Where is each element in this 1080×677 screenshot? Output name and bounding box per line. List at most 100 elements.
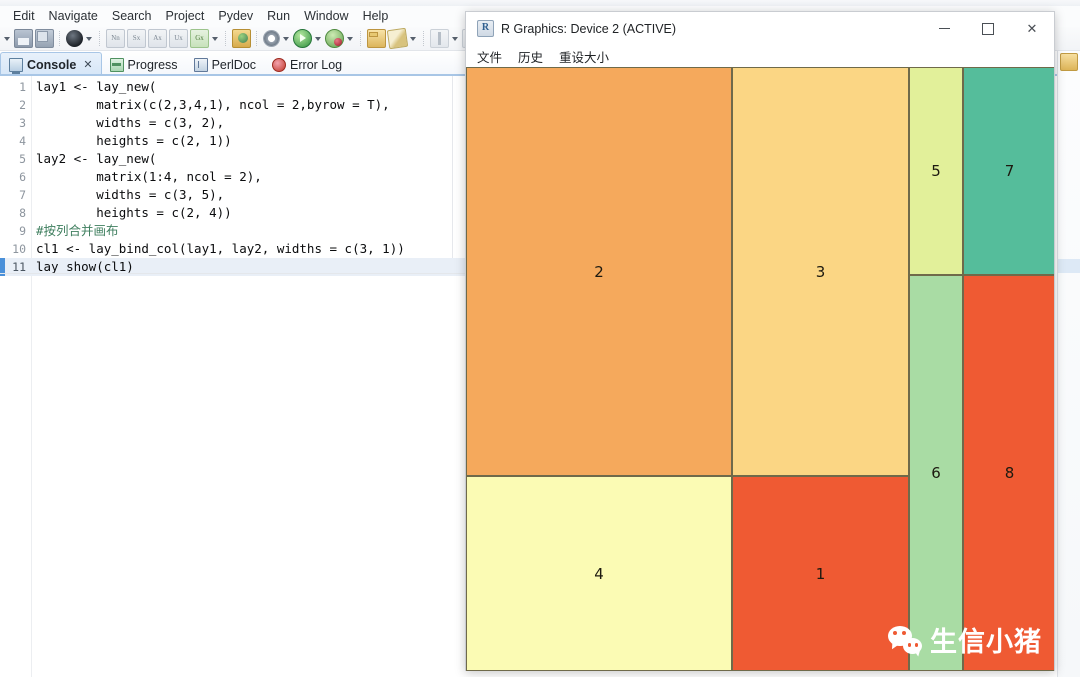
menu-item-navigate[interactable]: Navigate <box>42 6 105 27</box>
layout-panel-4: 4 <box>466 476 732 671</box>
layout-diagram: 2 4 3 1 5 6 7 8 <box>466 67 1054 671</box>
r-logo-icon: R <box>477 20 494 37</box>
toolbar-separator <box>423 31 425 46</box>
layout-panel-label: 7 <box>1004 162 1015 180</box>
menu-item-project[interactable]: Project <box>159 6 212 27</box>
tab-progress[interactable]: Progress <box>102 53 186 76</box>
menu-item-search[interactable]: Search <box>105 6 159 27</box>
line-number: 7 <box>19 188 26 202</box>
outline-view-icon[interactable] <box>1060 53 1078 71</box>
package-icon[interactable] <box>232 29 251 48</box>
line-text: cl1 <- lay_bind_col(lay1, lay2, widths =… <box>36 241 413 256</box>
gear-icon[interactable] <box>263 30 280 47</box>
line-text: heights = c(2, 4)) <box>36 205 232 220</box>
layout-panel-7: 7 <box>963 67 1054 275</box>
layout-panel-8: 8 <box>963 275 1054 671</box>
r-menu-file[interactable]: 文件 <box>477 47 502 66</box>
save-icon[interactable] <box>14 29 33 48</box>
layout-panel-2: 2 <box>466 67 732 476</box>
menu-item-edit[interactable]: Edit <box>6 6 42 27</box>
line-number: 3 <box>19 116 26 130</box>
chevron-down-icon[interactable] <box>282 30 291 47</box>
chevron-down-icon[interactable] <box>451 30 460 47</box>
right-view-highlight <box>1058 259 1080 273</box>
code-line[interactable]: 4 heights = c(2, 1)) <box>0 132 470 150</box>
code-line[interactable]: 10 cl1 <- lay_bind_col(lay1, lay2, width… <box>0 240 470 258</box>
progress-icon <box>109 57 124 72</box>
line-text: #按列合并画布 <box>36 223 119 238</box>
refactor-green-icon[interactable]: Gx <box>190 29 209 48</box>
code-line[interactable]: 2 matrix(c(2,3,4,1), ncol = 2,byrow = T)… <box>0 96 470 114</box>
line-text: widths = c(3, 2), <box>36 115 225 130</box>
r-plot-canvas[interactable]: 24315678 生信小猪 <box>466 67 1054 671</box>
close-icon[interactable]: ✕ <box>83 59 92 71</box>
code-line[interactable]: 6 matrix(1:4, ncol = 2), <box>0 168 470 186</box>
layout-panel-label: 2 <box>594 262 604 281</box>
close-icon: ✕ <box>1026 21 1038 36</box>
tab-console[interactable]: Console ✕ <box>0 52 102 76</box>
refactor-icon[interactable]: Ax <box>148 29 167 48</box>
ruler-icon[interactable] <box>430 29 449 48</box>
error-log-icon <box>272 57 287 72</box>
save-all-icon[interactable] <box>35 29 54 48</box>
code-line[interactable]: 8 heights = c(2, 4)) <box>0 204 470 222</box>
r-graphics-window[interactable]: R R Graphics: Device 2 (ACTIVE) ✕ 文件 历史 … <box>465 11 1055 671</box>
line-number: 6 <box>19 170 26 184</box>
r-window-menu-bar: 文件 历史 重设大小 <box>466 45 1054 67</box>
layout-panel-label: 3 <box>815 262 826 281</box>
menu-item-pydev[interactable]: Pydev <box>211 6 260 27</box>
debug-icon[interactable] <box>325 29 344 48</box>
tab-console-label: Console <box>27 57 77 72</box>
chevron-down-icon[interactable] <box>3 30 12 47</box>
code-line[interactable]: 7 widths = c(3, 5), <box>0 186 470 204</box>
maximize-button[interactable] <box>966 13 1010 45</box>
chevron-down-icon[interactable] <box>314 30 323 47</box>
pencil-icon[interactable] <box>386 27 409 50</box>
menu-item-run[interactable]: Run <box>260 6 297 27</box>
line-text: lay1 <- lay_new( <box>36 79 157 94</box>
chevron-down-icon[interactable] <box>85 30 94 47</box>
menu-item-help[interactable]: Help <box>356 6 396 27</box>
minimize-button[interactable] <box>922 13 966 45</box>
console-icon <box>9 57 23 74</box>
refactor-icon[interactable]: Nn <box>106 29 125 48</box>
layout-panel-5: 5 <box>909 67 963 275</box>
right-docked-view[interactable] <box>1057 51 1080 677</box>
tab-error-log[interactable]: Error Log <box>264 53 350 76</box>
line-number: 10 <box>12 242 26 256</box>
debug-perspective-icon[interactable] <box>66 30 83 47</box>
r-window-title-bar[interactable]: R R Graphics: Device 2 (ACTIVE) ✕ <box>466 12 1054 45</box>
refactor-icon[interactable]: Sx <box>127 29 146 48</box>
code-line[interactable]: 5 lay2 <- lay_new( <box>0 150 470 168</box>
layout-panel-label: 1 <box>815 564 826 583</box>
open-resource-icon[interactable] <box>367 29 386 48</box>
line-number: 4 <box>19 134 26 148</box>
code-line[interactable]: 1 lay1 <- lay_new( <box>0 78 470 96</box>
line-number: 5 <box>19 152 26 166</box>
chevron-down-icon[interactable] <box>409 30 418 47</box>
tab-perldoc[interactable]: PerlDoc <box>186 53 264 76</box>
r-menu-history[interactable]: 历史 <box>518 47 543 66</box>
chevron-down-icon[interactable] <box>211 30 220 47</box>
line-text: heights = c(2, 1)) <box>36 133 232 148</box>
line-text: lay2 <- lay_new( <box>36 151 157 166</box>
toolbar-separator <box>99 31 101 46</box>
line-text: matrix(1:4, ncol = 2), <box>36 169 262 184</box>
line-number: 8 <box>19 206 26 220</box>
code-line-comment[interactable]: 9 #按列合并画布 <box>0 222 470 240</box>
line-number: 1 <box>19 80 26 94</box>
toolbar-separator <box>59 31 61 46</box>
line-number: 2 <box>19 98 26 112</box>
r-window-title: R Graphics: Device 2 (ACTIVE) <box>501 21 677 36</box>
r-menu-resize[interactable]: 重设大小 <box>559 47 609 66</box>
menu-item-window[interactable]: Window <box>297 6 355 27</box>
line-text: matrix(c(2,3,4,1), ncol = 2,byrow = T), <box>36 97 390 112</box>
refactor-icon[interactable]: Ux <box>169 29 188 48</box>
layout-panel-label: 8 <box>1004 464 1015 482</box>
toolbar-separator <box>225 31 227 46</box>
toolbar-separator <box>256 31 258 46</box>
run-icon[interactable] <box>293 29 312 48</box>
chevron-down-icon[interactable] <box>346 30 355 47</box>
code-line[interactable]: 3 widths = c(3, 2), <box>0 114 470 132</box>
close-button[interactable]: ✕ <box>1010 13 1054 45</box>
